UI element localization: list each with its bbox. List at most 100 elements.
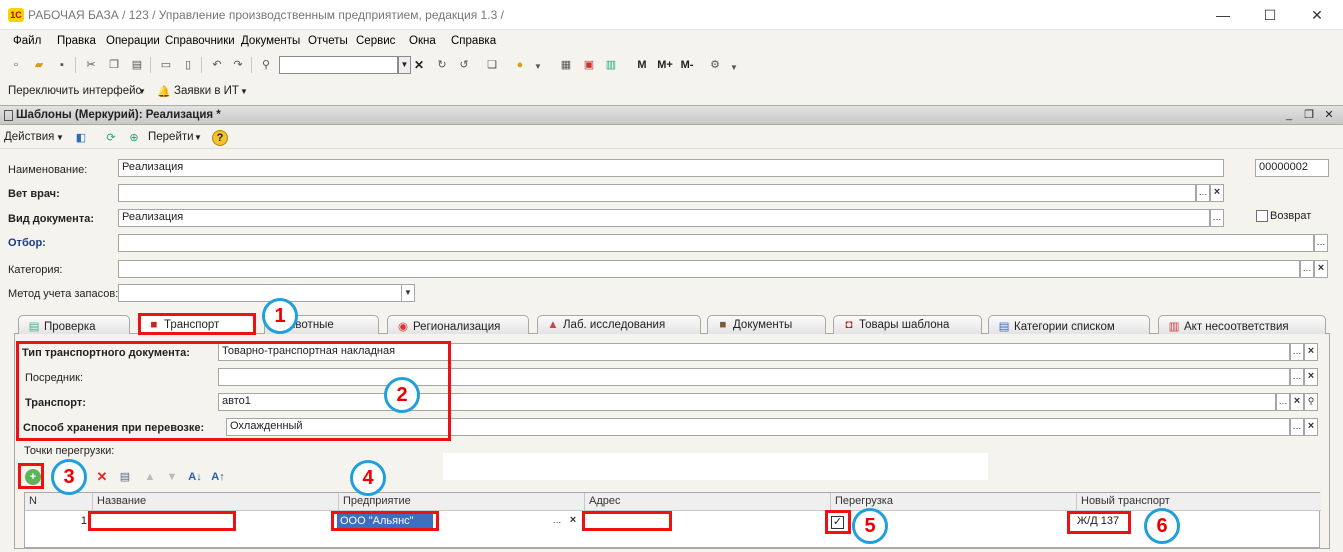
storage-method-clear-button[interactable]: × [1304, 418, 1318, 436]
tab-category-list[interactable]: ▤ Категории списком [988, 315, 1150, 334]
search-clear-button[interactable]: ✕ [412, 56, 426, 74]
column-header-n[interactable]: N [25, 493, 93, 511]
chevron-down-icon[interactable]: ▼ [726, 60, 742, 76]
column-header-new-transport[interactable]: Новый транспорт [1077, 493, 1321, 511]
goto-icon[interactable]: ⊕ [126, 130, 142, 146]
transport-doc-type-select-button[interactable]: … [1290, 343, 1304, 361]
find-prev-icon[interactable]: ↺ [456, 57, 472, 73]
menu-documents[interactable]: Документы [241, 35, 300, 47]
enterprise-select-button[interactable]: … [550, 513, 564, 531]
stock-method-select[interactable] [118, 284, 402, 302]
code-field[interactable]: 00000002 [1255, 159, 1329, 177]
column-header-name[interactable]: Название [93, 493, 339, 511]
calendar-icon[interactable]: ▣ [581, 57, 597, 73]
calculator-icon[interactable]: ▦ [558, 57, 574, 73]
reload-points-label: Точки перегрузки: [24, 445, 115, 457]
category-clear-button[interactable]: × [1314, 260, 1328, 278]
vet-field[interactable] [118, 184, 1196, 202]
chevron-down-icon[interactable]: ▼ [240, 87, 248, 96]
tab-documents[interactable]: ■ Документы [707, 315, 826, 334]
enterprise-clear-button[interactable]: × [566, 513, 580, 531]
menu-help[interactable]: Справка [451, 35, 496, 47]
save-close-icon[interactable]: ◧ [73, 130, 89, 146]
close-button[interactable]: ✕ [1302, 4, 1332, 26]
storage-method-select-button[interactable]: … [1290, 418, 1304, 436]
tab-template-goods[interactable]: ◘ Товары шаблона [833, 315, 982, 334]
menu-reports[interactable]: Отчеты [308, 35, 348, 47]
category-field[interactable] [118, 260, 1300, 278]
column-header-address[interactable]: Адрес [585, 493, 831, 511]
tab-regionalization[interactable]: ◉ Регионализация [387, 315, 529, 334]
menu-file[interactable]: Файл [13, 35, 41, 47]
menu-service[interactable]: Сервис [356, 35, 395, 47]
new-document-icon[interactable]: ▫ [8, 57, 24, 73]
move-up-icon[interactable]: ▲ [142, 469, 158, 485]
menu-windows[interactable]: Окна [409, 35, 436, 47]
transport-search-icon[interactable]: ⚲ [1304, 393, 1318, 411]
category-label: Категория: [8, 264, 63, 276]
doc-restore-button[interactable]: ❐ [1301, 108, 1317, 123]
intermediary-clear-button[interactable]: × [1304, 368, 1318, 386]
category-select-button[interactable]: … [1300, 260, 1314, 278]
memory-m-button[interactable]: M [634, 57, 650, 73]
tab-nonconformity-act[interactable]: ▥ Акт несоответствия [1158, 315, 1326, 334]
save-icon[interactable]: ▪ [54, 57, 70, 73]
doctype-select-button[interactable]: … [1210, 209, 1224, 227]
tab-lab-research[interactable]: ▲ Лаб. исследования [537, 315, 701, 334]
maximize-button[interactable]: ☐ [1255, 4, 1285, 26]
transport-select-button[interactable]: … [1276, 393, 1290, 411]
windows-icon[interactable]: ❏ [484, 57, 500, 73]
transport-doc-type-clear-button[interactable]: × [1304, 343, 1318, 361]
move-down-icon[interactable]: ▼ [164, 469, 180, 485]
undo-icon[interactable]: ↶ [209, 57, 225, 73]
redo-icon[interactable]: ↷ [230, 57, 246, 73]
filter-field[interactable] [118, 234, 1314, 252]
vet-select-button[interactable]: … [1196, 184, 1210, 202]
menu-catalogs[interactable]: Справочники [165, 35, 235, 47]
transport-clear-button[interactable]: × [1290, 393, 1304, 411]
memory-m-minus-button[interactable]: M- [676, 57, 698, 73]
print-icon[interactable]: ▭ [158, 57, 174, 73]
search-input[interactable] [279, 56, 398, 74]
return-checkbox[interactable] [1256, 210, 1268, 222]
doc-close-button[interactable]: ✕ [1321, 108, 1337, 123]
memory-m-plus-button[interactable]: M+ [654, 57, 676, 73]
search-dropdown-button[interactable]: ▼ [398, 56, 411, 74]
reference-icon[interactable]: ▥ [603, 57, 619, 73]
filter-select-button[interactable]: … [1314, 234, 1328, 252]
intermediary-select-button[interactable]: … [1290, 368, 1304, 386]
chevron-down-icon[interactable]: ▼ [138, 87, 146, 96]
preview-icon[interactable]: ▯ [180, 57, 196, 73]
stock-method-dropdown-button[interactable]: ▼ [401, 284, 415, 302]
goto-menu-button[interactable]: Перейти [148, 131, 194, 143]
chevron-down-icon[interactable]: ▼ [56, 133, 64, 142]
help-button[interactable]: ? [212, 130, 228, 146]
info-icon[interactable]: ● [512, 57, 528, 73]
switch-interface-button[interactable]: Переключить интерфейс [8, 85, 141, 97]
chevron-down-icon[interactable]: ▼ [530, 59, 546, 75]
find-next-icon[interactable]: ↻ [434, 57, 450, 73]
delete-row-icon[interactable]: ✕ [94, 469, 110, 485]
doc-minimize-button[interactable]: _ [1281, 108, 1297, 123]
vet-clear-button[interactable]: × [1210, 184, 1224, 202]
menu-operations[interactable]: Операции [106, 35, 160, 47]
paste-icon[interactable]: ▤ [129, 57, 145, 73]
sort-desc-icon[interactable]: A↑ [210, 469, 226, 485]
menu-edit[interactable]: Правка [57, 35, 96, 47]
search-icon[interactable]: ⚲ [258, 57, 274, 73]
it-requests-button[interactable]: Заявки в ИТ [174, 85, 239, 97]
cut-icon[interactable]: ✂ [83, 57, 99, 73]
chevron-down-icon[interactable]: ▼ [194, 133, 202, 142]
minimize-button[interactable]: — [1208, 4, 1238, 26]
doctype-field[interactable]: Реализация [118, 209, 1210, 227]
tab-check[interactable]: ▤ Проверка [18, 315, 130, 334]
fill-icon[interactable]: ▤ [117, 469, 133, 485]
sort-asc-icon[interactable]: A↓ [187, 469, 203, 485]
open-folder-icon[interactable]: ▰ [31, 57, 47, 73]
column-header-enterprise[interactable]: Предприятие [339, 493, 585, 511]
name-field[interactable]: Реализация [118, 159, 1224, 177]
refresh-icon[interactable]: ⟳ [103, 130, 119, 146]
actions-menu-button[interactable]: Действия [4, 131, 54, 143]
tools-icon[interactable]: ⚙ [707, 57, 723, 73]
copy-icon[interactable]: ❐ [106, 57, 122, 73]
